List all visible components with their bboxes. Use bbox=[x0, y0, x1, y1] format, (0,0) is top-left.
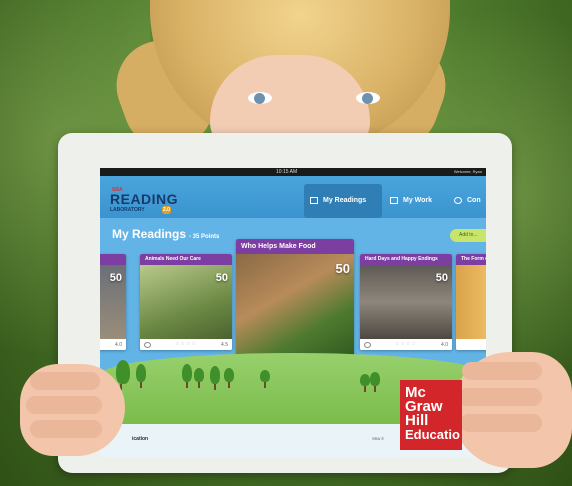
mcgraw-hill-logo: Mc Graw Hill Educatio bbox=[400, 380, 462, 450]
card-title: The Form o bbox=[456, 254, 486, 265]
child-finger bbox=[460, 414, 542, 432]
child-finger bbox=[462, 362, 542, 380]
tab-label: Con bbox=[467, 197, 481, 204]
add-button-label: Add to... bbox=[459, 232, 478, 238]
card-rating: 4.0 bbox=[115, 342, 122, 348]
page-title-text: My Readings bbox=[112, 227, 187, 241]
status-bar: 10:15 AM Welcome, Ryan bbox=[100, 168, 486, 176]
star-rating: ☆☆☆☆ bbox=[395, 341, 417, 347]
card-footer: ☆☆☆☆ 4.5 bbox=[140, 339, 232, 350]
footer-label: ication bbox=[132, 436, 149, 442]
status-time: 10:15 AM bbox=[276, 169, 298, 175]
card-points: 50 bbox=[335, 261, 350, 276]
eye-icon bbox=[144, 342, 151, 348]
card-title: Animals Need Our Care bbox=[140, 254, 232, 265]
tab-label: My Readings bbox=[323, 197, 367, 204]
card-rating: 4.0 bbox=[441, 342, 448, 348]
card-title: Hard Days and Happy Endings bbox=[360, 254, 452, 265]
reading-card-partial-right[interactable]: The Form o bbox=[456, 254, 486, 350]
child-eye-right bbox=[356, 92, 380, 104]
logo-version-badge: 2.0 bbox=[162, 206, 171, 214]
tab-my-readings[interactable]: My Readings bbox=[304, 184, 382, 218]
tree-illustration bbox=[136, 364, 146, 388]
child-finger bbox=[26, 396, 102, 414]
logo-subtitle: LABORATORY bbox=[110, 207, 145, 213]
status-user: Welcome, Ryan bbox=[453, 169, 482, 174]
logo-line: Hill bbox=[405, 412, 429, 429]
reading-card-selected[interactable]: Who Helps Make Food 50 ★★★★ 5 bbox=[236, 239, 354, 369]
logo-line: Educatio bbox=[405, 427, 460, 442]
tree-illustration bbox=[116, 360, 130, 390]
add-button[interactable]: Add to... bbox=[450, 229, 486, 242]
card-footer bbox=[456, 339, 486, 350]
tree-illustration bbox=[210, 366, 220, 390]
reading-card-partial-left[interactable]: 50 4.0 bbox=[100, 254, 126, 350]
child-finger bbox=[30, 372, 100, 390]
card-points: 50 bbox=[109, 272, 122, 284]
tree-illustration bbox=[224, 368, 234, 388]
document-icon bbox=[390, 196, 398, 204]
points-total: - 35 Points bbox=[189, 234, 220, 240]
tree-illustration bbox=[194, 368, 204, 388]
book-icon bbox=[310, 196, 318, 204]
child-finger bbox=[458, 388, 542, 406]
card-footer: ☆☆☆☆ 4.0 bbox=[360, 339, 452, 350]
star-rating: ☆☆☆☆ bbox=[175, 341, 197, 347]
child-eye-left bbox=[248, 92, 272, 104]
card-title: Who Helps Make Food bbox=[236, 239, 354, 254]
eye-icon bbox=[364, 342, 371, 348]
app-header: SRA READING LABORATORY 2.0 My Readings M… bbox=[100, 176, 486, 218]
card-points: 50 bbox=[215, 272, 228, 284]
page-title: My Readings - 35 Points bbox=[112, 225, 219, 243]
tab-my-work[interactable]: My Work bbox=[390, 184, 450, 218]
logo-title: READING bbox=[110, 191, 179, 207]
tree-illustration bbox=[260, 370, 270, 388]
card-footer: 4.0 bbox=[100, 339, 126, 350]
tab-label: My Work bbox=[403, 197, 433, 204]
reading-card[interactable]: Hard Days and Happy Endings 50 ☆☆☆☆ 4.0 bbox=[360, 254, 452, 350]
card-title bbox=[100, 254, 126, 265]
card-points: 50 bbox=[435, 272, 448, 284]
child-finger bbox=[30, 420, 102, 438]
card-rating: 4.5 bbox=[221, 342, 228, 348]
tree-illustration bbox=[182, 364, 192, 388]
tab-more[interactable]: Con bbox=[454, 184, 486, 218]
tree-illustration bbox=[370, 372, 380, 392]
card-image bbox=[456, 265, 486, 339]
reading-card[interactable]: Animals Need Our Care 50 ☆☆☆☆ 4.5 bbox=[140, 254, 232, 350]
chat-icon bbox=[454, 196, 462, 204]
tree-illustration bbox=[360, 374, 370, 392]
footer-copyright: SRA © bbox=[372, 436, 385, 441]
